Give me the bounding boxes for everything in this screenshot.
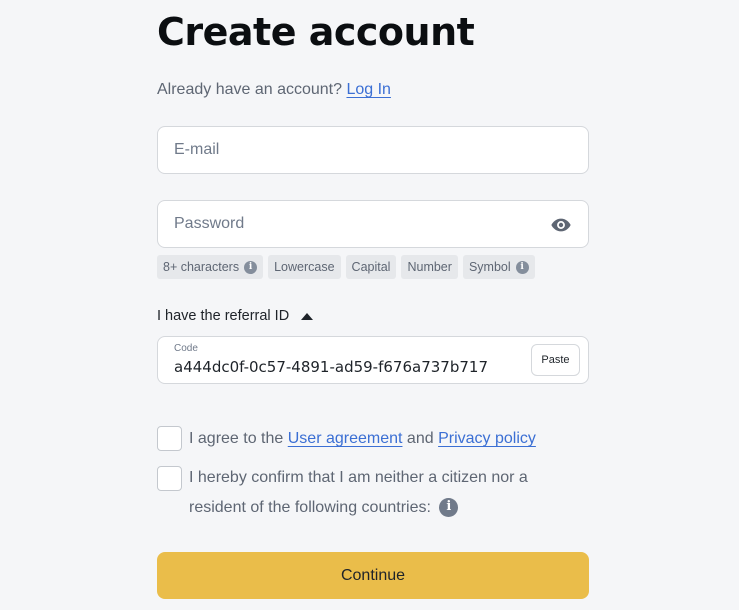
- info-icon[interactable]: i: [515, 260, 529, 274]
- requirement-capital: Capital: [345, 255, 397, 279]
- info-icon[interactable]: i: [439, 497, 459, 517]
- requirement-symbol: Symbol i: [462, 255, 535, 279]
- terms-prefix: I agree to the: [189, 430, 284, 447]
- terms-checkbox[interactable]: [157, 426, 182, 451]
- password-field[interactable]: [157, 200, 589, 248]
- caret-up-icon: [301, 312, 314, 320]
- requirement-length: 8+ characters i: [157, 255, 264, 279]
- requirement-label: Symbol: [468, 260, 511, 274]
- password-input[interactable]: [174, 201, 544, 247]
- eye-icon[interactable]: [550, 214, 572, 236]
- continue-button[interactable]: Continue: [157, 552, 589, 599]
- requirement-label: Number: [407, 260, 452, 274]
- info-icon[interactable]: i: [244, 260, 258, 274]
- login-link[interactable]: Log In: [346, 81, 390, 98]
- privacy-policy-link[interactable]: Privacy policy: [438, 430, 536, 447]
- residency-checkbox[interactable]: [157, 466, 182, 491]
- login-prompt-row: Already have an account? Log In: [157, 81, 391, 99]
- requirement-number: Number: [401, 255, 458, 279]
- residency-text: I hereby confirm that I am neither a cit…: [189, 469, 528, 516]
- email-field[interactable]: [157, 126, 589, 174]
- page-title: Create account: [157, 10, 475, 54]
- referral-toggle-label: I have the referral ID: [157, 308, 290, 324]
- residency-text-block: I hereby confirm that I am neither a cit…: [189, 463, 579, 523]
- login-prompt: Already have an account?: [157, 81, 343, 98]
- referral-code-input[interactable]: [174, 358, 519, 376]
- requirement-label: Capital: [351, 260, 391, 274]
- referral-toggle[interactable]: I have the referral ID: [157, 308, 314, 324]
- terms-and: and: [406, 430, 434, 447]
- email-input[interactable]: [174, 127, 544, 173]
- requirement-label: 8+ characters: [163, 260, 240, 274]
- referral-code-label: Code: [174, 343, 198, 354]
- user-agreement-link[interactable]: User agreement: [288, 430, 403, 447]
- terms-text: I agree to the User agreement and Privac…: [189, 424, 536, 454]
- paste-button[interactable]: Paste: [531, 344, 580, 376]
- requirement-lowercase: Lowercase: [268, 255, 341, 279]
- requirement-label: Lowercase: [274, 260, 335, 274]
- password-requirements: 8+ characters i Lowercase Capital Number…: [157, 255, 535, 279]
- referral-code-field[interactable]: Code Paste: [157, 336, 589, 384]
